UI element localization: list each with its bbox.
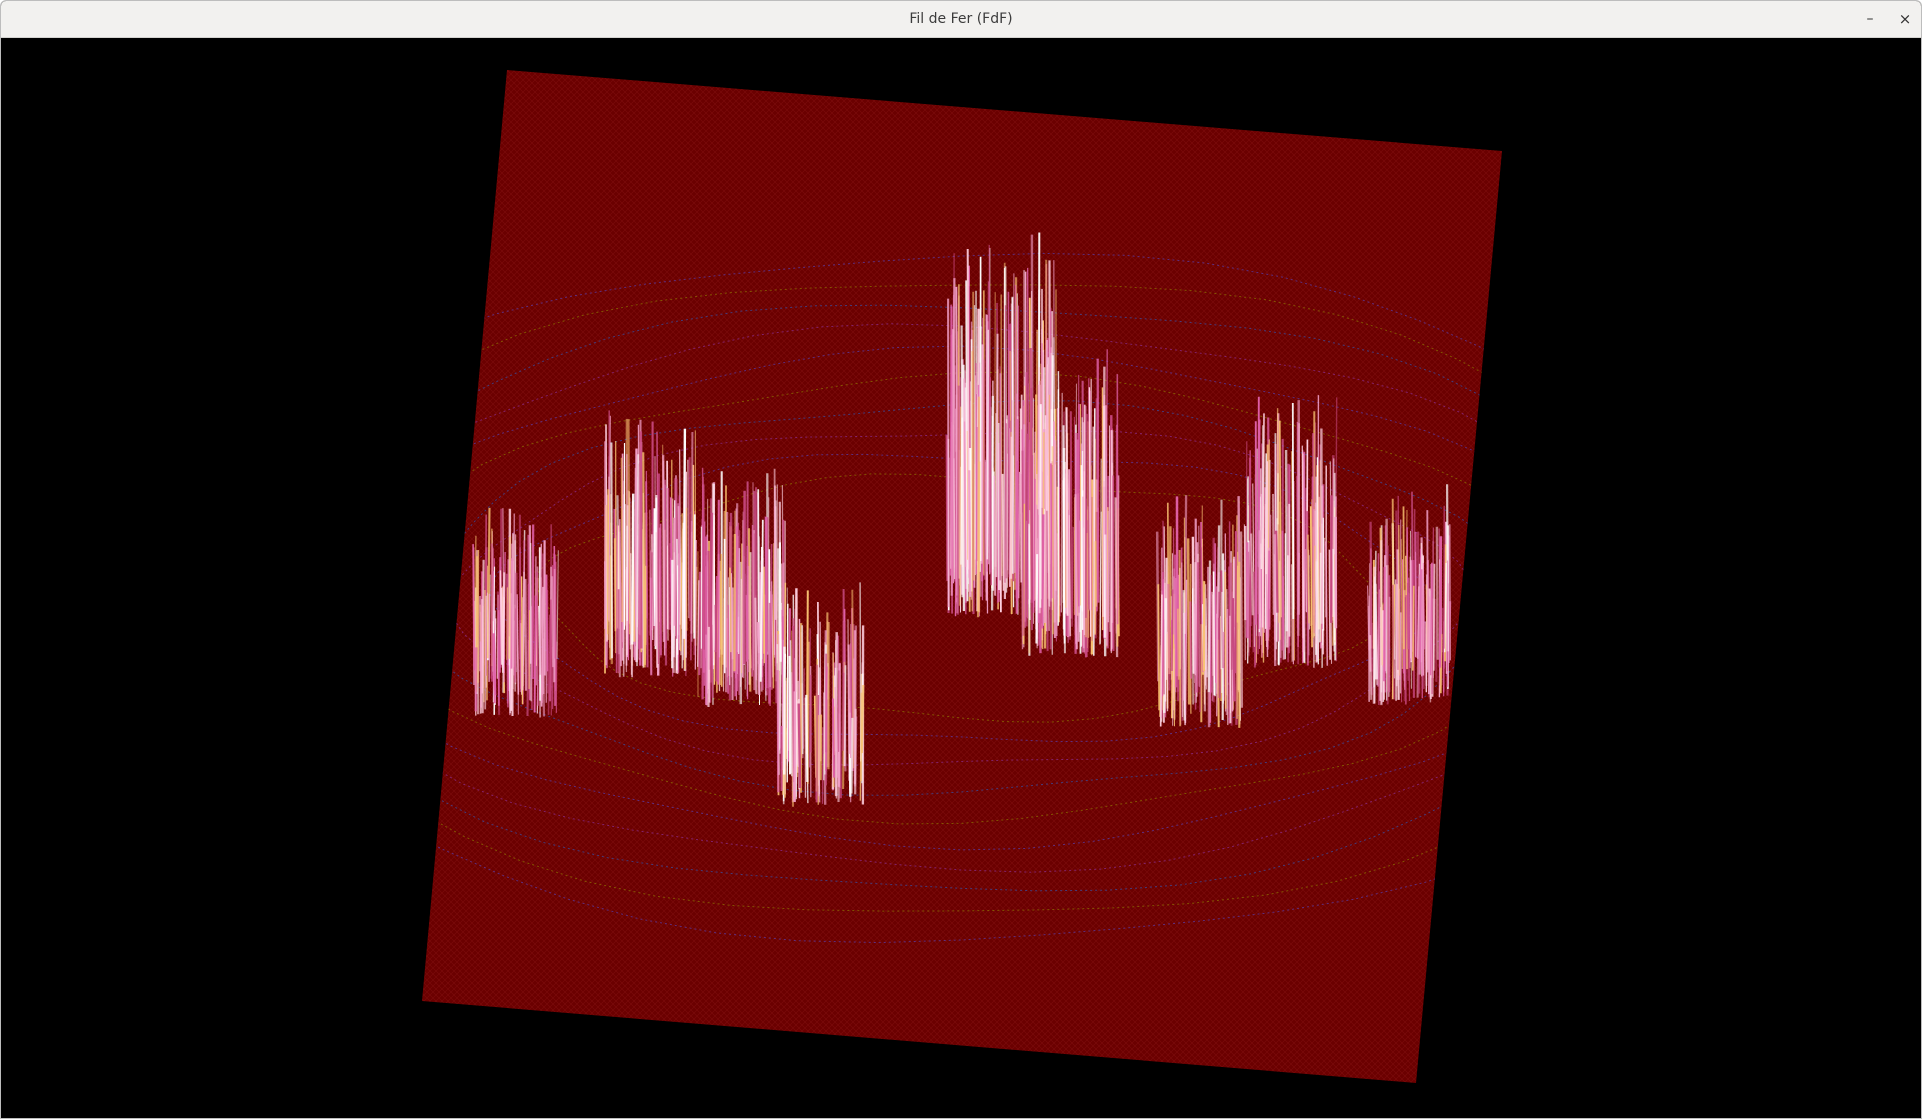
close-button[interactable]: × — [1892, 7, 1918, 31]
render-canvas[interactable] — [1, 38, 1921, 1118]
title-bar[interactable]: Fil de Fer (FdF) – × — [1, 1, 1921, 38]
fdf-window: Fil de Fer (FdF) – × — [0, 0, 1922, 1119]
window-title: Fil de Fer (FdF) — [909, 11, 1013, 27]
minimize-button[interactable]: – — [1857, 7, 1883, 31]
wireframe-render — [422, 70, 1502, 1083]
